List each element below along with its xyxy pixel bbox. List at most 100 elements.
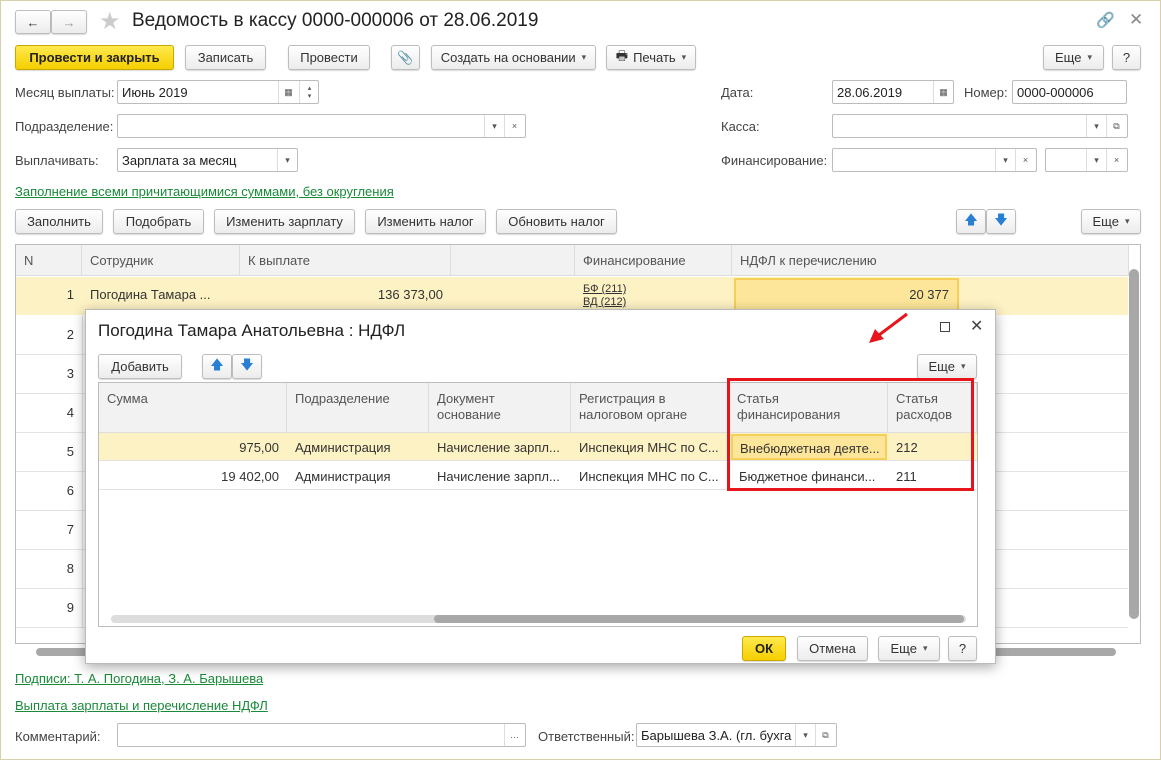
col-amount[interactable]: К выплате bbox=[240, 245, 451, 276]
horizontal-scrollbar[interactable] bbox=[434, 615, 964, 623]
back-button[interactable]: ← bbox=[15, 10, 51, 34]
document-cell: Начисление зарпл... bbox=[437, 440, 560, 455]
forward-button[interactable]: → bbox=[51, 10, 87, 34]
post-and-close-button[interactable]: Провести и закрыть bbox=[15, 45, 174, 70]
month-value: Июнь 2019 bbox=[122, 84, 188, 100]
number-value: 0000-000006 bbox=[1017, 84, 1094, 100]
column-divider bbox=[82, 355, 83, 394]
division-label: Подразделение: bbox=[15, 119, 114, 134]
dialog-help-button[interactable]: ? bbox=[948, 636, 977, 661]
cancel-button[interactable]: Отмена bbox=[797, 636, 868, 661]
paperclip-icon: 📎 bbox=[397, 49, 414, 65]
financing-label: Финансирование: bbox=[721, 153, 828, 168]
calendar-icon[interactable]: ▦ bbox=[278, 81, 298, 103]
move-up-button[interactable]: 🡅 bbox=[956, 209, 986, 234]
division-input[interactable]: ▾ × bbox=[117, 114, 526, 138]
dialog-title: Погодина Тамара Анатольевна : НДФЛ bbox=[98, 321, 406, 340]
chevron-down-icon[interactable]: ▾ bbox=[1086, 115, 1106, 137]
add-button[interactable]: Добавить bbox=[98, 354, 182, 379]
date-value: 28.06.2019 bbox=[837, 84, 903, 100]
link-icon[interactable]: 🔗 bbox=[1096, 11, 1115, 29]
column-divider bbox=[82, 394, 83, 433]
fill-button[interactable]: Заполнить bbox=[15, 209, 103, 234]
col-registration[interactable]: Регистрация в налоговом органе bbox=[571, 383, 729, 433]
number-input[interactable]: 0000-000006 bbox=[1012, 80, 1127, 104]
financing-link-vd[interactable]: ВД (212) bbox=[583, 296, 626, 308]
row-number: 6 bbox=[66, 483, 74, 498]
move-up-button[interactable]: 🡅 bbox=[202, 354, 232, 379]
ellipsis-icon[interactable]: … bbox=[504, 724, 524, 746]
signatures-link[interactable]: Подписи: Т. А. Погодина, З. А. Барышева bbox=[15, 671, 263, 686]
clear-icon[interactable]: × bbox=[504, 115, 524, 137]
calendar-icon[interactable]: ▦ bbox=[933, 81, 953, 103]
annotation-arrow bbox=[869, 312, 908, 343]
row-number: 9 bbox=[66, 600, 74, 615]
comment-input[interactable]: … bbox=[117, 723, 526, 747]
pay-label: Выплачивать: bbox=[15, 153, 99, 168]
window-title: Ведомость в кассу 0000-000006 от 28.06.2… bbox=[132, 10, 539, 31]
financing-link-bf[interactable]: БФ (211) bbox=[583, 283, 626, 295]
close-icon[interactable]: ✕ bbox=[1129, 10, 1143, 30]
open-icon[interactable]: ⧉ bbox=[1106, 115, 1126, 137]
row-number: 1 bbox=[66, 287, 74, 302]
star-icon[interactable]: ★ bbox=[99, 7, 121, 36]
close-icon[interactable]: ✕ bbox=[970, 316, 983, 336]
create-based-button[interactable]: Создать на основании bbox=[431, 45, 596, 70]
move-down-button[interactable]: 🡇 bbox=[986, 209, 1016, 234]
col-division[interactable]: Подразделение bbox=[287, 383, 429, 433]
clear-icon[interactable]: × bbox=[1015, 149, 1035, 171]
responsible-input[interactable]: Барышева З.А. (гл. бухга ▾ ⧉ bbox=[636, 723, 837, 747]
sum-cell: 19 402,00 bbox=[221, 469, 279, 484]
change-salary-button[interactable]: Изменить зарплату bbox=[214, 209, 355, 234]
change-tax-button[interactable]: Изменить налог bbox=[365, 209, 486, 234]
chevron-down-icon[interactable]: ▾ bbox=[277, 149, 297, 171]
help-button[interactable]: ? bbox=[1112, 45, 1141, 70]
save-button[interactable]: Записать bbox=[185, 45, 266, 70]
column-divider bbox=[82, 550, 83, 589]
financing-input[interactable]: ▾ × bbox=[832, 148, 1037, 172]
more-button[interactable]: Еще bbox=[1043, 45, 1104, 70]
col-employee[interactable]: Сотрудник bbox=[82, 245, 240, 276]
clear-icon[interactable]: × bbox=[1106, 149, 1126, 171]
col-sum[interactable]: Сумма bbox=[99, 383, 287, 433]
employee-cell: Погодина Тамара ... bbox=[90, 287, 211, 302]
dialog-footer-more-button[interactable]: Еще bbox=[878, 636, 940, 661]
col-n[interactable]: N bbox=[16, 245, 82, 276]
dialog-more-button[interactable]: Еще bbox=[917, 354, 977, 379]
col-document[interactable]: Документ основание bbox=[429, 383, 571, 433]
ndfl-dialog: Погодина Тамара Анатольевна : НДФЛ ✕ Доб… bbox=[85, 309, 996, 664]
col-blank[interactable] bbox=[451, 245, 575, 276]
attachment-button[interactable]: 📎 bbox=[391, 45, 420, 70]
date-input[interactable]: 28.06.2019 ▦ bbox=[832, 80, 954, 104]
chevron-down-icon[interactable]: ▾ bbox=[995, 149, 1015, 171]
row-number: 5 bbox=[66, 444, 74, 459]
chevron-down-icon[interactable]: ▾ bbox=[1086, 149, 1106, 171]
col-ndfl[interactable]: НДФЛ к перечислению bbox=[732, 245, 1129, 276]
column-divider bbox=[82, 316, 83, 355]
vertical-scrollbar[interactable] bbox=[1129, 269, 1139, 619]
chevron-down-icon[interactable]: ▾ bbox=[484, 115, 504, 137]
open-icon[interactable]: ⧉ bbox=[815, 724, 835, 746]
pick-button[interactable]: Подобрать bbox=[113, 209, 204, 234]
registration-cell: Инспекция МНС по С... bbox=[579, 440, 719, 455]
spin-buttons[interactable]: ▴ ▾ bbox=[299, 81, 319, 103]
print-button[interactable]: 🖶 Печать bbox=[606, 45, 696, 70]
payment-link[interactable]: Выплата зарплаты и перечисление НДФЛ bbox=[15, 698, 268, 713]
chevron-down-icon[interactable]: ▾ bbox=[795, 724, 815, 746]
number-label: Номер: bbox=[964, 85, 1008, 100]
row-number: 3 bbox=[66, 366, 74, 381]
pay-select[interactable]: Зарплата за месяц ▾ bbox=[117, 148, 298, 172]
table-more-button[interactable]: Еще bbox=[1081, 209, 1141, 234]
update-tax-button[interactable]: Обновить налог bbox=[496, 209, 617, 234]
date-label: Дата: bbox=[721, 85, 754, 100]
col-financing[interactable]: Финансирование bbox=[575, 245, 732, 276]
financing-input-2[interactable]: ▾ × bbox=[1045, 148, 1128, 172]
document-cell: Начисление зарпл... bbox=[437, 469, 560, 484]
post-button[interactable]: Провести bbox=[288, 45, 370, 70]
move-down-button[interactable]: 🡇 bbox=[232, 354, 262, 379]
cash-input[interactable]: ▾ ⧉ bbox=[832, 114, 1128, 138]
maximize-icon[interactable] bbox=[940, 322, 950, 332]
ok-button[interactable]: ОК bbox=[742, 636, 786, 661]
month-input[interactable]: Июнь 2019 ▦ ▴ ▾ bbox=[117, 80, 319, 104]
fill-mode-link[interactable]: Заполнение всеми причитающимися суммами,… bbox=[15, 184, 394, 199]
